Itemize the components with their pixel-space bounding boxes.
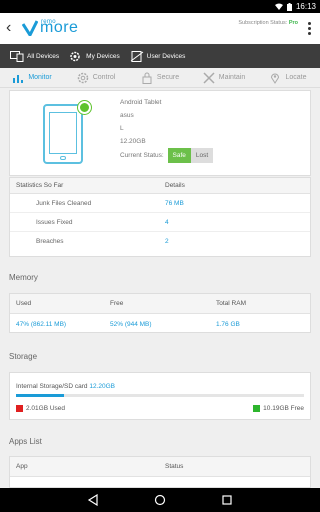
status-header: Status <box>165 463 184 470</box>
free-header: Free <box>110 300 124 307</box>
device-brand: asus <box>120 112 134 119</box>
storage-used-legend: 2.01GB Used <box>16 405 65 412</box>
overflow-menu-icon[interactable] <box>308 22 311 37</box>
clock: 16:13 <box>295 2 316 11</box>
table-header: App Status <box>10 457 310 477</box>
gear-icon <box>77 72 88 83</box>
pin-icon <box>271 73 280 84</box>
storage-card: Internal Storage/SD card 12.20GB 2.01GB … <box>9 372 311 420</box>
home-nav-icon[interactable] <box>154 494 166 506</box>
back-nav-icon[interactable] <box>87 494 99 506</box>
table-row: 47% (862.11 MB) 52% (944 MB) 1.76 GB <box>10 314 310 334</box>
stat-value-link[interactable]: 4 <box>165 219 169 226</box>
user-devices-button[interactable]: User Devices <box>130 50 186 62</box>
memory-section-title: Memory <box>9 273 38 282</box>
memory-used-value: 47% (862.11 MB) <box>16 320 67 328</box>
memory-free-value: 52% (944 MB) <box>110 320 152 328</box>
tab-monitor-label: Monitor <box>28 74 52 81</box>
device-info-card: Android Tablet asus L 12.20GB Current St… <box>9 90 311 176</box>
storage-label: Internal Storage/SD card 12.20GB <box>16 383 115 390</box>
tab-locate[interactable]: Locate <box>256 68 320 87</box>
all-devices-label: All Devices <box>27 52 60 60</box>
tab-secure[interactable]: Secure <box>128 68 192 87</box>
storage-used-text: 2.01GB Used <box>26 405 66 412</box>
apps-table: App Status <box>9 456 311 488</box>
stat-value-link[interactable]: 2 <box>165 238 169 245</box>
lock-icon <box>142 72 152 84</box>
used-color-swatch <box>16 405 23 412</box>
subscription-value: Pro <box>288 20 298 26</box>
device-name: Android Tablet <box>120 99 162 106</box>
stat-label: Breaches <box>36 238 64 245</box>
tab-control[interactable]: Control <box>64 68 128 87</box>
details-header-label: Details <box>165 182 185 189</box>
table-row: Issues Fixed 4 <box>10 213 310 232</box>
logo-v-icon <box>22 20 38 36</box>
gear-icon <box>70 51 80 61</box>
feature-tabs: Monitor Control Secure Maintain Locate <box>0 68 320 88</box>
storage-type-label: Internal Storage/SD card <box>16 383 88 390</box>
tab-maintain-label: Maintain <box>218 74 246 81</box>
device-filter-bar: All Devices My Devices User Devices <box>0 44 320 68</box>
storage-progress-fill <box>16 394 64 397</box>
recents-nav-icon[interactable] <box>221 494 233 506</box>
tab-secure-label: Secure <box>156 74 180 81</box>
status-bar: 16:13 <box>0 0 320 13</box>
storage-total-value: 12.20GB <box>89 383 116 390</box>
logo-remo-text: remo <box>41 19 56 25</box>
chart-icon <box>13 74 24 83</box>
subscription-label: Subscription Status: <box>238 20 288 26</box>
free-color-swatch <box>253 405 261 412</box>
remo-more-logo: remo more <box>22 19 78 36</box>
used-header: Used <box>16 300 32 307</box>
subscription-status: Subscription Status: Pro <box>238 20 298 26</box>
device-details: Android Tablet asus L 12.20GB Current St… <box>120 96 214 163</box>
storage-progress-bar <box>16 394 304 397</box>
stat-label: Junk Files Cleaned <box>36 199 92 207</box>
memory-total-value: 1.76 GB <box>216 320 240 328</box>
device-model: L <box>120 125 124 132</box>
storage-section-title: Storage <box>9 352 38 361</box>
stat-value-link[interactable]: 76 MB <box>165 200 184 207</box>
storage-free-text: 10.19GB Free <box>263 405 304 412</box>
tab-locate-label: Locate <box>285 74 307 81</box>
table-header: Statistics So Far Details <box>10 178 310 194</box>
my-devices-label: My Devices <box>86 52 120 60</box>
system-nav-bar <box>0 488 320 512</box>
user-devices-label: User Devices <box>146 52 186 60</box>
tab-control-label: Control <box>92 74 116 81</box>
table-row: Breaches 2 <box>10 232 310 251</box>
device-storage: 12.20GB <box>120 138 146 145</box>
storage-free-legend: 10.19GB Free <box>253 405 304 412</box>
battery-icon <box>286 2 292 11</box>
tab-maintain[interactable]: Maintain <box>192 68 256 87</box>
stats-header-label: Statistics So Far <box>16 182 64 189</box>
back-button[interactable]: ‹ <box>6 19 11 37</box>
tablet-icon <box>43 101 91 164</box>
apps-section-title: Apps List <box>9 437 42 446</box>
current-status-label: Current Status: <box>120 152 164 159</box>
devices-icon <box>10 50 24 62</box>
no-device-icon <box>130 50 144 62</box>
all-devices-button[interactable]: All Devices <box>10 50 60 62</box>
memory-table: Used Free Total RAM 47% (862.11 MB) 52% … <box>9 293 311 333</box>
statistics-table: Statistics So Far Details Junk Files Cle… <box>9 177 311 257</box>
app-header: App <box>16 463 28 470</box>
safe-button[interactable]: Safe <box>167 148 191 163</box>
table-row: Junk Files Cleaned 76 MB <box>10 194 310 213</box>
app-bar: ‹ remo more Subscription Status: Pro <box>0 13 320 44</box>
my-devices-button[interactable]: My Devices <box>69 51 120 62</box>
wrench-icon <box>203 71 215 84</box>
status-dot-icon <box>78 101 91 114</box>
stat-label: Issues Fixed <box>36 218 73 226</box>
table-header: Used Free Total RAM <box>10 294 310 314</box>
total-ram-header: Total RAM <box>216 300 246 307</box>
tab-monitor[interactable]: Monitor <box>0 68 64 87</box>
wifi-icon <box>274 3 283 10</box>
lost-button[interactable]: Lost <box>190 148 214 163</box>
